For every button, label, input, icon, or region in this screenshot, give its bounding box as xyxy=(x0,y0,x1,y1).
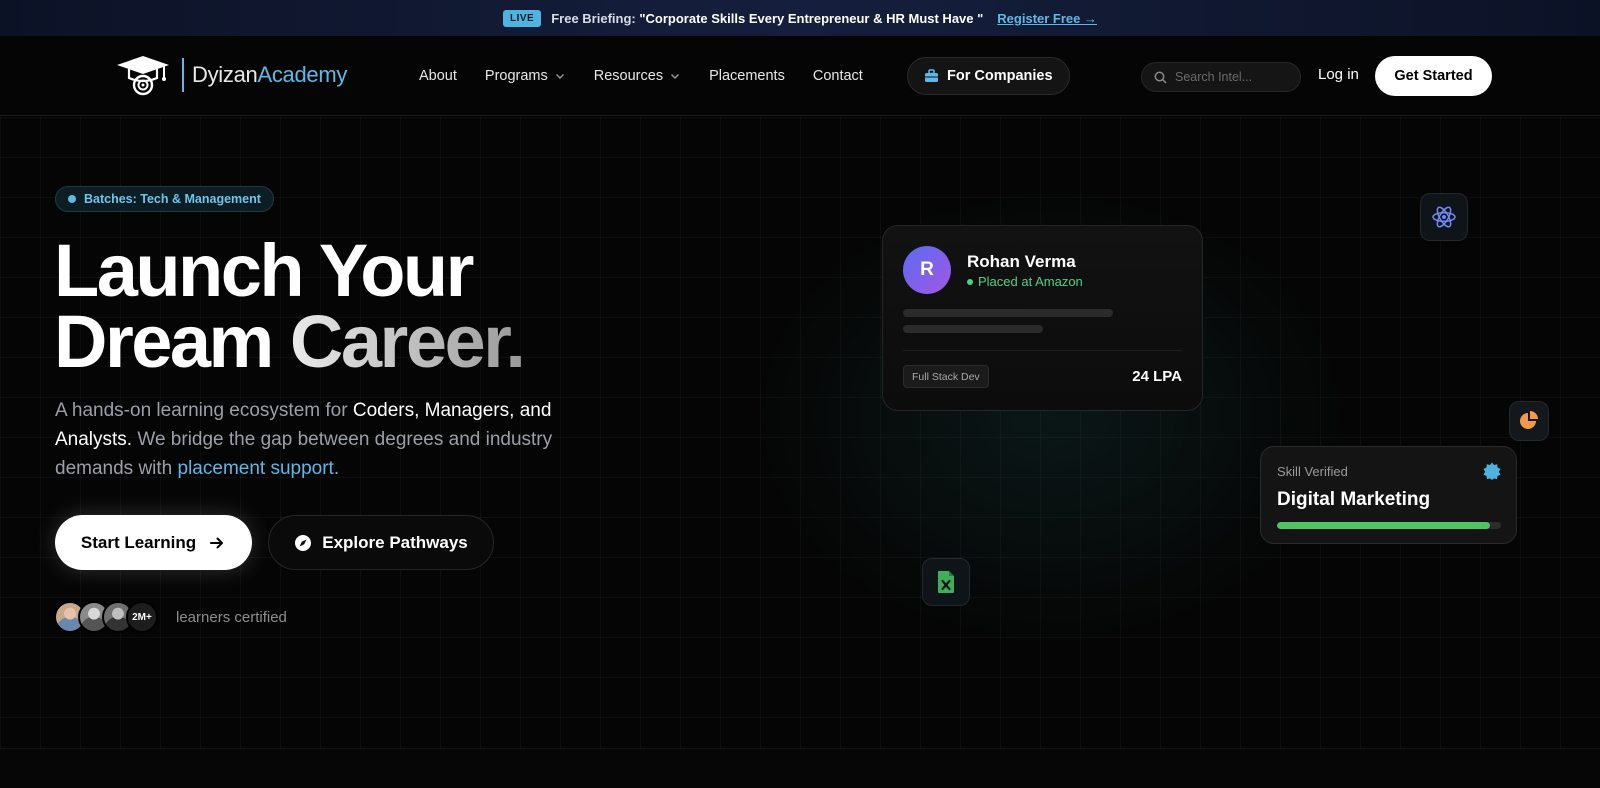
nav-links: About Programs Resources Placements Cont… xyxy=(419,36,863,116)
compass-icon xyxy=(295,534,312,551)
nav-contact[interactable]: Contact xyxy=(813,68,863,84)
placement-card: R Rohan Verma Placed at Amazon Full Stac… xyxy=(882,225,1203,411)
role-tag: Full Stack Dev xyxy=(903,365,989,388)
pie-chart-tile xyxy=(1509,401,1549,441)
nav-about[interactable]: About xyxy=(419,68,457,84)
nav-placements[interactable]: Placements xyxy=(709,68,785,84)
placement-status-text: Placed at Amazon xyxy=(978,274,1083,289)
next-section-edge xyxy=(0,748,1600,788)
chevron-down-icon xyxy=(671,74,680,79)
arrow-right-icon xyxy=(210,537,224,548)
graduation-cap-icon xyxy=(117,56,169,96)
brand-name-part1: Dyizan xyxy=(192,62,258,87)
salary-package: 24 LPA xyxy=(1132,368,1182,385)
batches-pill-label: Batches: Tech & Management xyxy=(84,192,261,206)
skill-title: Digital Marketing xyxy=(1277,489,1431,510)
excel-tile xyxy=(922,558,970,606)
live-badge: LIVE xyxy=(502,9,542,27)
for-companies-label: For Companies xyxy=(947,68,1053,84)
nav-resources[interactable]: Resources xyxy=(594,68,681,84)
nav-about-label: About xyxy=(419,68,457,84)
react-atom-icon xyxy=(1432,206,1456,228)
nav-programs[interactable]: Programs xyxy=(485,68,566,84)
get-started-button[interactable]: Get Started xyxy=(1375,56,1492,96)
nav-contact-label: Contact xyxy=(812,68,863,84)
verified-badge-icon xyxy=(1483,462,1501,480)
batches-pill: Batches: Tech & Management xyxy=(55,186,274,212)
avatar: R xyxy=(903,246,951,294)
desc-placement-support: placement support. xyxy=(177,458,340,479)
logo-divider xyxy=(182,58,184,92)
excel-file-icon xyxy=(938,571,954,593)
briefcase-icon xyxy=(925,69,938,82)
student-name: Rohan Verma xyxy=(967,252,1076,271)
nav-programs-label: Programs xyxy=(484,68,548,84)
start-learning-label: Start Learning xyxy=(80,532,197,552)
placement-status: Placed at Amazon xyxy=(967,274,1083,289)
search-input[interactable] xyxy=(1175,70,1290,84)
brand-name: DyizanAcademy xyxy=(192,62,347,88)
learner-avatars: 2M+ xyxy=(54,601,158,633)
skill-progress-fill xyxy=(1277,522,1490,529)
announcement-prefix: Free Briefing: xyxy=(551,10,636,26)
announcement-bar: LIVE Free Briefing: "Corporate Skills Ev… xyxy=(0,0,1600,36)
hero-description: A hands-on learning ecosystem for Coders… xyxy=(55,396,575,483)
announcement-headline: "Corporate Skills Every Entrepreneur & H… xyxy=(639,10,984,26)
hero-section: Batches: Tech & Management Launch Your D… xyxy=(0,117,1600,748)
desc-part-1: A hands-on learning ecosystem for xyxy=(55,400,353,421)
skill-verified-card: Skill Verified Digital Marketing xyxy=(1260,446,1517,544)
skill-progress-bar xyxy=(1277,522,1501,529)
announcement-text: Free Briefing: "Corporate Skills Every E… xyxy=(551,11,983,26)
search-box[interactable] xyxy=(1141,62,1301,92)
learners-count-badge: 2M+ xyxy=(126,601,158,633)
react-tile xyxy=(1420,193,1468,241)
nav-resources-label: Resources xyxy=(593,68,664,84)
headline-line-2-word-1: Dream xyxy=(54,300,274,383)
headline-line-1: Launch Your xyxy=(54,229,474,312)
hero-headline: Launch Your Dream Career. xyxy=(54,229,526,379)
explore-pathways-label: Explore Pathways xyxy=(322,532,468,552)
login-link[interactable]: Log in xyxy=(1318,66,1359,83)
card-divider xyxy=(903,350,1182,351)
pie-chart-icon xyxy=(1520,411,1538,429)
for-companies-button[interactable]: For Companies xyxy=(907,57,1070,95)
status-dot xyxy=(967,278,973,285)
nav-placements-label: Placements xyxy=(709,68,785,84)
explore-pathways-button[interactable]: Explore Pathways xyxy=(268,515,494,570)
brand-logo[interactable]: DyizanAcademy xyxy=(114,54,347,96)
pill-dot xyxy=(68,195,76,203)
skeleton-line xyxy=(903,309,1113,317)
brand-name-part2: Academy xyxy=(257,62,348,87)
skeleton-line xyxy=(903,325,1043,333)
register-free-link[interactable]: Register Free → xyxy=(997,11,1097,26)
start-learning-button[interactable]: Start Learning xyxy=(55,515,252,570)
top-navigation: DyizanAcademy About Programs Resources P… xyxy=(0,36,1600,116)
search-icon xyxy=(1154,71,1167,84)
chevron-down-icon xyxy=(555,74,564,79)
learners-certified-text: learners certified xyxy=(176,609,287,626)
headline-line-2-word-2: Career. xyxy=(289,300,526,383)
skill-verified-label: Skill Verified xyxy=(1277,464,1348,479)
